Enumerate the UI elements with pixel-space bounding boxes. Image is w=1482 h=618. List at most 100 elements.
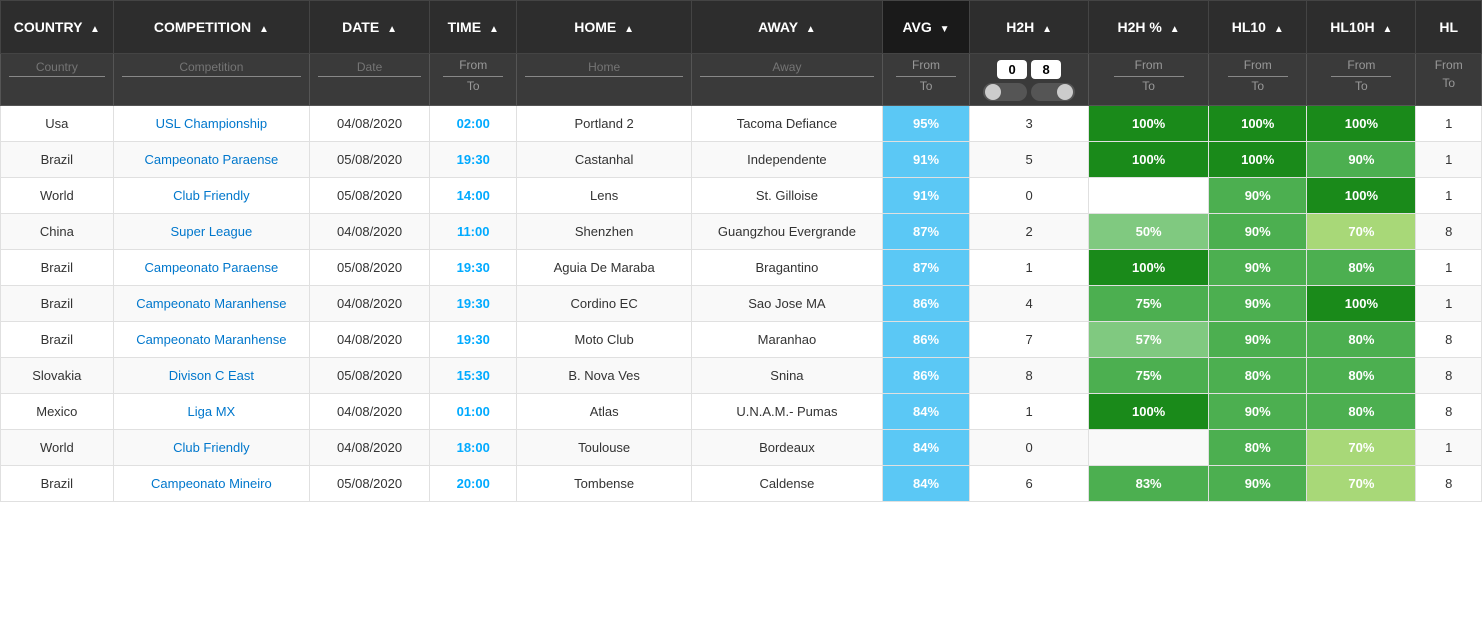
hl10h-cell: 80% [1307, 358, 1416, 394]
table-row[interactable]: UsaUSL Championship04/08/202002:00Portla… [1, 106, 1482, 142]
table-cell: 20:00 [430, 466, 517, 502]
table-cell: Brazil [1, 466, 114, 502]
table-cell: 05/08/2020 [310, 358, 430, 394]
avg-cell: 86% [882, 322, 969, 358]
h2h-min-value: 0 [997, 60, 1027, 79]
filter-avg[interactable]: From To [882, 54, 969, 106]
h2hpct-cell: 83% [1089, 466, 1209, 502]
table-row[interactable]: WorldClub Friendly04/08/202018:00Toulous… [1, 430, 1482, 466]
filter-date[interactable] [310, 54, 430, 106]
hl10-to-label: To [1251, 79, 1264, 93]
filter-time[interactable]: From To [430, 54, 517, 106]
avg-cell: 84% [882, 466, 969, 502]
table-cell: Club Friendly [113, 430, 309, 466]
filter-hl10h[interactable]: From To [1307, 54, 1416, 106]
table-row[interactable]: BrazilCampeonato Maranhense04/08/202019:… [1, 286, 1482, 322]
filter-country[interactable] [1, 54, 114, 106]
table-cell: Lens [517, 178, 692, 214]
col-header-avg[interactable]: AVG ▼ [882, 1, 969, 54]
table-cell: Brazil [1, 250, 114, 286]
hl-cell: 8 [1416, 466, 1482, 502]
hl10-cell: 80% [1209, 358, 1307, 394]
table-row[interactable]: SlovakiaDivison C East05/08/202015:30B. … [1, 358, 1482, 394]
table-row[interactable]: BrazilCampeonato Paraense05/08/202019:30… [1, 142, 1482, 178]
hl10h-cell: 100% [1307, 178, 1416, 214]
col-header-competition[interactable]: COMPETITION ▲ [113, 1, 309, 54]
table-cell: Tombense [517, 466, 692, 502]
table-cell: 04/08/2020 [310, 322, 430, 358]
table-cell: Brazil [1, 322, 114, 358]
avg-cell: 86% [882, 286, 969, 322]
hl-cell: 8 [1416, 322, 1482, 358]
h2hpct-cell: 100% [1089, 250, 1209, 286]
sort-arrow-hl10h: ▲ [1383, 24, 1393, 35]
table-row[interactable]: ChinaSuper League04/08/202011:00Shenzhen… [1, 214, 1482, 250]
h2h-min-knob [985, 84, 1001, 100]
col-header-away[interactable]: AWAY ▲ [691, 1, 882, 54]
hl10h-cell: 70% [1307, 214, 1416, 250]
table-cell: 04/08/2020 [310, 394, 430, 430]
h2h-max-toggle[interactable] [1031, 83, 1075, 101]
country-input[interactable] [9, 58, 105, 77]
competition-input[interactable] [122, 58, 301, 77]
col-header-h2h[interactable]: H2H ▲ [970, 1, 1089, 54]
col-header-h2hpct[interactable]: H2H % ▲ [1089, 1, 1209, 54]
hl10-cell: 90% [1209, 250, 1307, 286]
table-cell: 05/08/2020 [310, 250, 430, 286]
col-header-hl10[interactable]: HL10 ▲ [1209, 1, 1307, 54]
filter-away[interactable] [691, 54, 882, 106]
filter-home[interactable] [517, 54, 692, 106]
hl10-cell: 90% [1209, 394, 1307, 430]
table-cell: Toulouse [517, 430, 692, 466]
away-input[interactable] [700, 58, 874, 77]
sort-arrow-date: ▲ [387, 24, 397, 35]
filter-hl10[interactable]: From To [1209, 54, 1307, 106]
filter-competition[interactable] [113, 54, 309, 106]
hl10h-cell: 70% [1307, 430, 1416, 466]
h2h-min-toggle[interactable] [983, 83, 1027, 101]
table-cell: Snina [691, 358, 882, 394]
filter-hl[interactable]: From To [1416, 54, 1482, 106]
h2h-cell: 0 [970, 430, 1089, 466]
col-header-hl10h[interactable]: HL10H ▲ [1307, 1, 1416, 54]
col-header-country[interactable]: COUNTRY ▲ [1, 1, 114, 54]
table-cell: Shenzhen [517, 214, 692, 250]
h2h-cell: 4 [970, 286, 1089, 322]
h2h-max-value: 8 [1031, 60, 1061, 79]
hl10-from-label: From [1244, 58, 1272, 72]
col-header-home[interactable]: HOME ▲ [517, 1, 692, 54]
h2h-cell: 7 [970, 322, 1089, 358]
col-header-date[interactable]: DATE ▲ [310, 1, 430, 54]
table-row[interactable]: MexicoLiga MX04/08/202001:00AtlasU.N.A.M… [1, 394, 1482, 430]
table-cell: Slovakia [1, 358, 114, 394]
col-header-time[interactable]: TIME ▲ [430, 1, 517, 54]
h2h-max-knob [1057, 84, 1073, 100]
hl10h-cell: 100% [1307, 106, 1416, 142]
filter-h2hpct[interactable]: From To [1089, 54, 1209, 106]
table-row[interactable]: WorldClub Friendly05/08/202014:00LensSt.… [1, 178, 1482, 214]
table-cell: 05/08/2020 [310, 142, 430, 178]
filter-h2h[interactable]: 0 8 [970, 54, 1089, 106]
sort-arrow-h2h: ▲ [1042, 24, 1052, 35]
h2h-cell: 6 [970, 466, 1089, 502]
sort-arrow-away: ▲ [806, 24, 816, 35]
table-cell: Campeonato Mineiro [113, 466, 309, 502]
table-row[interactable]: BrazilCampeonato Paraense05/08/202019:30… [1, 250, 1482, 286]
sort-arrow-competition: ▲ [259, 24, 269, 35]
table-row[interactable]: BrazilCampeonato Mineiro05/08/202020:00T… [1, 466, 1482, 502]
home-input[interactable] [525, 58, 683, 77]
hl-cell: 8 [1416, 214, 1482, 250]
table-cell: 11:00 [430, 214, 517, 250]
date-input[interactable] [318, 58, 421, 77]
table-cell: 01:00 [430, 394, 517, 430]
avg-cell: 84% [882, 430, 969, 466]
table-cell: Campeonato Paraense [113, 250, 309, 286]
table-cell: Bordeaux [691, 430, 882, 466]
h2h-cell: 1 [970, 250, 1089, 286]
col-header-hl[interactable]: HL [1416, 1, 1482, 54]
filter-row: From To From To 0 [1, 54, 1482, 106]
table-row[interactable]: BrazilCampeonato Maranhense04/08/202019:… [1, 322, 1482, 358]
h2hpct-cell: 100% [1089, 142, 1209, 178]
table-cell: Bragantino [691, 250, 882, 286]
hl10-cell: 100% [1209, 142, 1307, 178]
